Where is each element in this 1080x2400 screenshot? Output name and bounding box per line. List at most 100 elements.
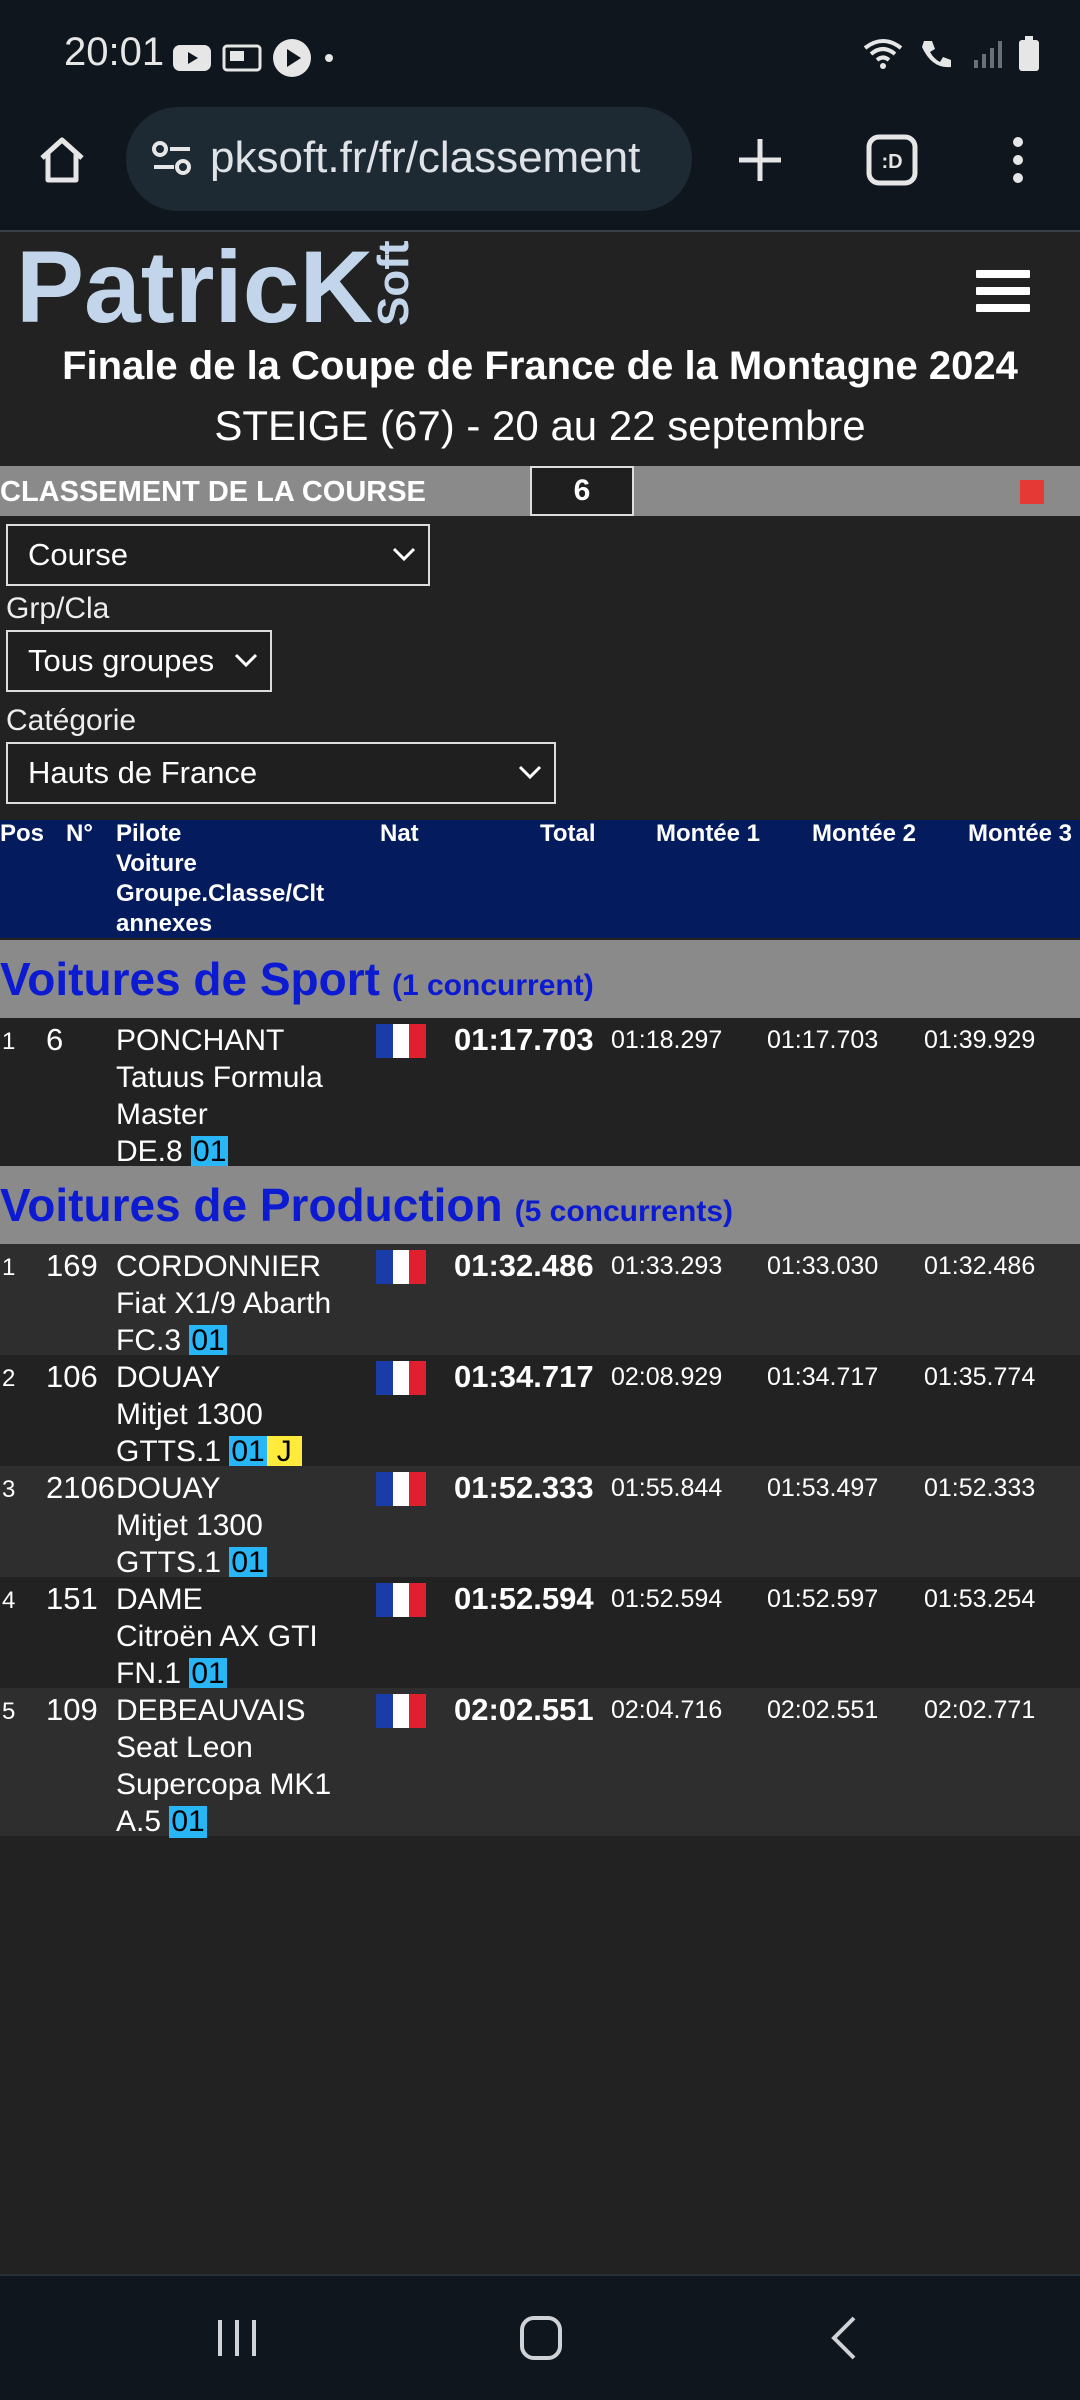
table-row[interactable]: 1 169 CORDONNIER Fiat X1/9 Abarth FC.3 0… xyxy=(0,1244,1080,1357)
montee-1-time: 01:52.594 xyxy=(611,1585,723,1613)
new-tab-button[interactable] xyxy=(720,120,800,200)
table-row[interactable]: 2 106 DOUAY Mitjet 1300 GTTS.1 01 J 01:34… xyxy=(0,1355,1080,1468)
chevron-down-icon xyxy=(518,765,542,780)
montee-3-time: 02:02.771 xyxy=(924,1696,1036,1724)
class-code: GTTS.1 xyxy=(116,1435,222,1468)
row-pos: 1 xyxy=(2,1254,16,1281)
svg-text::D: :D xyxy=(881,151,902,173)
row-number: 6 xyxy=(46,1022,64,1057)
montee-1-time: 01:18.297 xyxy=(611,1026,723,1054)
total-time: 01:17.703 xyxy=(454,1022,594,1057)
car-name-line2: Supercopa MK1 xyxy=(116,1768,332,1801)
cast-icon xyxy=(222,44,262,72)
total-time: 02:02.551 xyxy=(454,1692,594,1727)
youtube-icon xyxy=(173,45,211,71)
menu-button[interactable] xyxy=(978,120,1058,200)
row-pos: 4 xyxy=(2,1587,16,1614)
patricksoft-logo[interactable]: PatricK Soft xyxy=(16,234,436,334)
group-header: Voitures de Sport (1 concurrent) xyxy=(0,940,1080,1018)
row-pilote: CORDONNIER Fiat X1/9 Abarth FC.3 01 xyxy=(116,1248,356,1359)
col-groupe-classe: Groupe.Classe/Clt xyxy=(116,880,325,907)
group-select-value: Tous groupes xyxy=(28,643,215,678)
results-table-header: Pos N° Pilote Voiture Groupe.Classe/Clt … xyxy=(0,820,1080,938)
group-title: Voitures de Sport (1 concurrent) xyxy=(0,952,594,1006)
montee-1-time: 02:08.929 xyxy=(611,1363,723,1391)
battery-icon xyxy=(1019,36,1039,71)
driver-name: DOUAY xyxy=(116,1472,221,1505)
montee-1-time: 02:04.716 xyxy=(611,1696,723,1724)
montee-2-time: 01:34.717 xyxy=(767,1363,879,1391)
live-indicator xyxy=(1020,480,1044,504)
group-header: Voitures de Production (5 concurrents) xyxy=(0,1166,1080,1244)
total-time: 01:52.333 xyxy=(454,1470,594,1505)
driver-name: DOUAY xyxy=(116,1361,221,1394)
class-code: FN.1 xyxy=(116,1657,182,1690)
montee-3-time: 01:35.774 xyxy=(924,1363,1036,1391)
wifi-call-icon xyxy=(922,41,951,68)
address-bar[interactable]: pksoft.fr/fr/classement xyxy=(126,107,692,211)
col-pos: Pos xyxy=(0,820,45,847)
row-number: 169 xyxy=(46,1248,98,1283)
more-vert-icon xyxy=(1013,137,1023,183)
class-rank-badge: 01 xyxy=(169,1805,207,1838)
table-row[interactable]: 4 151 DAME Citroën AX GTI FN.1 01 01:52.… xyxy=(0,1577,1080,1690)
group-select[interactable]: Tous groupes xyxy=(6,630,272,692)
tabs-button[interactable]: :D xyxy=(852,120,932,200)
driver-name: PONCHANT xyxy=(116,1024,285,1057)
class-rank-badge: 01 xyxy=(229,1435,267,1468)
driver-name: CORDONNIER xyxy=(116,1250,322,1283)
classement-label: CLASSEMENT DE LA COURSE xyxy=(0,476,426,508)
car-name: Mitjet 1300 xyxy=(116,1398,263,1431)
montee-1-time: 01:55.844 xyxy=(611,1474,723,1502)
class-line: GTTS.1 01 xyxy=(116,1544,356,1581)
class-code: A.5 xyxy=(116,1805,162,1838)
car-name: Mitjet 1300 xyxy=(116,1509,263,1542)
table-row[interactable]: 1 6 PONCHANT Tatuus Formula Master DE.8 … xyxy=(0,1018,1080,1168)
montee-2-time: 01:53.497 xyxy=(767,1474,879,1502)
course-select[interactable]: Course xyxy=(6,524,430,586)
chevron-down-icon xyxy=(392,547,416,562)
driver-name: DEBEAUVAIS xyxy=(116,1694,306,1727)
montee-1-time: 01:33.293 xyxy=(611,1252,723,1280)
home-button[interactable] xyxy=(22,120,102,200)
recent-apps-icon[interactable] xyxy=(214,2316,260,2360)
junior-badge: J xyxy=(266,1436,302,1468)
category-label: Catégorie xyxy=(6,704,137,737)
home-nav-icon[interactable] xyxy=(518,2314,564,2362)
row-pos: 1 xyxy=(2,1028,16,1055)
car-name: Fiat X1/9 Abarth xyxy=(116,1287,332,1320)
row-number: 109 xyxy=(46,1692,98,1727)
col-number: N° xyxy=(66,820,93,847)
row-pilote: DOUAY Mitjet 1300 GTTS.1 01 xyxy=(116,1470,356,1581)
row-pilote: PONCHANT Tatuus Formula Master DE.8 01 xyxy=(116,1022,356,1170)
row-pos: 3 xyxy=(2,1476,16,1503)
france-flag-icon xyxy=(376,1583,427,1617)
col-montee-2: Montée 2 xyxy=(812,820,917,847)
class-rank-badge: 01 xyxy=(229,1546,267,1579)
row-number: 106 xyxy=(46,1359,98,1394)
event-title: Finale de la Coupe de France de la Monta… xyxy=(62,344,1018,388)
table-row[interactable]: 5 109 DEBEAUVAIS Seat Leon Supercopa MK1… xyxy=(0,1688,1080,1838)
group-name: Voitures de Production xyxy=(0,1179,503,1231)
category-select-value: Hauts de France xyxy=(28,755,258,790)
group-count: (1 concurrent) xyxy=(391,969,594,1002)
browser-toolbar: pksoft.fr/fr/classement :D xyxy=(0,100,1080,232)
svg-text:Soft: Soft xyxy=(369,240,418,326)
back-icon[interactable] xyxy=(826,2314,862,2362)
class-rank-badge: 01 xyxy=(191,1135,229,1168)
course-number[interactable]: 6 xyxy=(530,466,634,516)
montee-3-time: 01:32.486 xyxy=(924,1252,1036,1280)
category-select[interactable]: Hauts de France xyxy=(6,742,556,804)
montee-3-time: 01:39.929 xyxy=(924,1026,1036,1054)
home-icon xyxy=(40,137,84,183)
signal-icon xyxy=(974,41,1002,68)
classement-bar: CLASSEMENT DE LA COURSE 6 xyxy=(0,466,1080,516)
svg-text:PatricK: PatricK xyxy=(16,234,373,334)
col-nat: Nat xyxy=(380,820,419,847)
site-settings-icon[interactable] xyxy=(150,137,194,181)
hamburger-menu-icon[interactable] xyxy=(976,270,1030,316)
clock: 20:01 xyxy=(64,30,165,74)
table-row[interactable]: 3 2106 DOUAY Mitjet 1300 GTTS.1 01 01:52… xyxy=(0,1466,1080,1579)
group-name: Voitures de Sport xyxy=(0,953,380,1005)
status-bar: 20:01 xyxy=(0,0,1080,100)
